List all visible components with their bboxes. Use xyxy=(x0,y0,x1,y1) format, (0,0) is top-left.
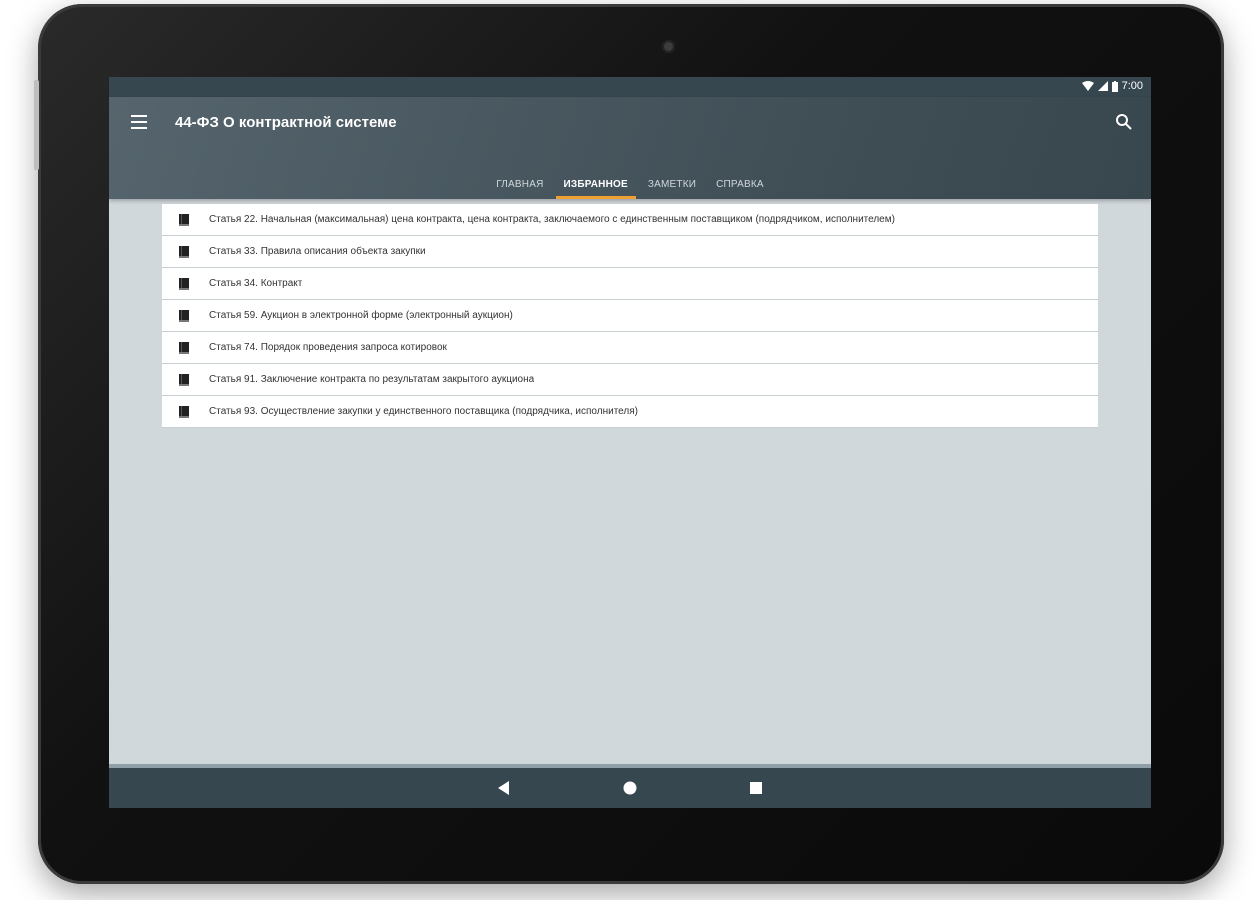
list-item-text: Статья 34. Контракт xyxy=(209,278,303,289)
camera xyxy=(662,40,675,53)
wifi-icon xyxy=(1081,81,1094,91)
back-triangle-icon xyxy=(498,781,509,795)
navigation-bar xyxy=(109,768,1151,808)
book-icon xyxy=(179,373,189,386)
home-button[interactable] xyxy=(622,780,638,796)
tab-notes[interactable]: ЗАМЕТКИ xyxy=(638,163,706,199)
book-icon xyxy=(179,213,189,226)
status-bar: 7:00 xyxy=(109,77,1151,97)
app-title: 44-ФЗ О контрактной системе xyxy=(175,114,397,131)
list-item-text: Статья 33. Правила описания объекта заку… xyxy=(209,246,426,257)
status-time: 7:00 xyxy=(1121,80,1143,92)
app-bar: 44-ФЗ О контрактной системе ГЛАВНАЯ ИЗБР… xyxy=(109,97,1151,199)
search-icon[interactable] xyxy=(1115,113,1133,131)
book-icon xyxy=(179,245,189,258)
list-item-text: Статья 59. Аукцион в электронной форме (… xyxy=(209,310,513,321)
list-item[interactable]: Статья 22. Начальная (максимальная) цена… xyxy=(162,204,1098,236)
book-icon xyxy=(179,309,189,322)
home-circle-icon xyxy=(623,781,637,795)
status-icons: 7:00 xyxy=(1081,80,1143,92)
battery-icon xyxy=(1111,80,1118,92)
book-icon xyxy=(179,277,189,290)
list-item[interactable]: Статья 34. Контракт xyxy=(162,268,1098,300)
list-item-text: Статья 74. Порядок проведения запроса ко… xyxy=(209,342,447,353)
menu-icon[interactable] xyxy=(131,115,147,129)
signal-icon xyxy=(1097,81,1108,91)
tab-favorites[interactable]: ИЗБРАННОЕ xyxy=(554,163,638,199)
list-item[interactable]: Статья 91. Заключение контракта по резул… xyxy=(162,364,1098,396)
back-button[interactable] xyxy=(496,780,512,796)
power-button xyxy=(34,80,39,170)
tab-main[interactable]: ГЛАВНАЯ xyxy=(486,163,553,199)
list-item-text: Статья 93. Осуществление закупки у единс… xyxy=(209,406,638,417)
book-icon xyxy=(179,405,189,418)
list-item-text: Статья 22. Начальная (максимальная) цена… xyxy=(209,214,895,225)
recents-button[interactable] xyxy=(748,780,764,796)
tab-help[interactable]: СПРАВКА xyxy=(706,163,774,199)
list-item[interactable]: Статья 93. Осуществление закупки у единс… xyxy=(162,396,1098,428)
list-item-text: Статья 91. Заключение контракта по резул… xyxy=(209,374,535,385)
tab-bar: ГЛАВНАЯ ИЗБРАННОЕ ЗАМЕТКИ СПРАВКА xyxy=(109,163,1151,199)
book-icon xyxy=(179,341,189,354)
list-item[interactable]: Статья 59. Аукцион в электронной форме (… xyxy=(162,300,1098,332)
list-item[interactable]: Статья 74. Порядок проведения запроса ко… xyxy=(162,332,1098,364)
list-item[interactable]: Статья 33. Правила описания объекта заку… xyxy=(162,236,1098,268)
favorites-list: Статья 22. Начальная (максимальная) цена… xyxy=(162,204,1098,428)
recents-square-icon xyxy=(750,782,762,794)
screen: 7:00 44-ФЗ О контрактной системе ГЛАВНАЯ… xyxy=(109,77,1151,808)
